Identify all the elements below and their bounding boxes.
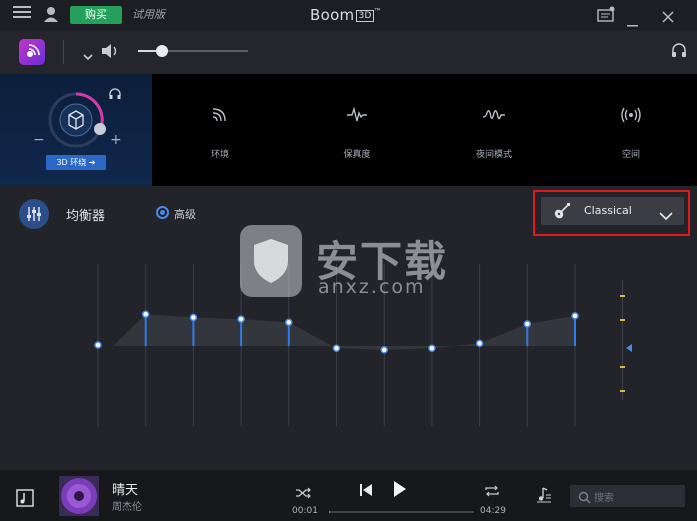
eq-band-handle[interactable] bbox=[380, 346, 388, 354]
search-input[interactable]: 搜索 bbox=[570, 485, 685, 507]
repeat-icon[interactable] bbox=[484, 483, 500, 502]
effect-label: 夜间模式 bbox=[475, 150, 512, 160]
level-meter bbox=[622, 280, 623, 400]
eq-band-handle[interactable] bbox=[571, 312, 579, 320]
mini-player-icon[interactable] bbox=[16, 489, 34, 511]
level-marker-icon[interactable] bbox=[625, 338, 633, 357]
chevron-down-icon[interactable] bbox=[83, 46, 93, 65]
artist-name: 周杰伦 bbox=[112, 502, 142, 513]
close-icon[interactable] bbox=[662, 8, 674, 27]
night-mode-icon bbox=[434, 105, 554, 133]
minus-icon[interactable]: − bbox=[33, 132, 45, 148]
notification-icon[interactable] bbox=[597, 6, 615, 26]
effect-spatial[interactable]: 空间 bbox=[571, 105, 691, 160]
total-time: 04:29 bbox=[480, 506, 506, 516]
user-icon[interactable] bbox=[44, 6, 58, 26]
effect-label: 空间 bbox=[621, 150, 640, 160]
eq-band-handle[interactable] bbox=[428, 344, 436, 352]
eq-band-handle[interactable] bbox=[475, 339, 484, 348]
headphones-icon[interactable] bbox=[671, 42, 687, 62]
divider bbox=[63, 40, 64, 64]
level-tick-high bbox=[620, 295, 625, 297]
eq-band-handle[interactable] bbox=[94, 341, 102, 349]
plus-icon[interactable]: + bbox=[110, 132, 122, 148]
effect-label: 保真度 bbox=[343, 150, 371, 160]
app-title-badge: 3D bbox=[356, 10, 374, 22]
app-title: Boom 3D ™ bbox=[310, 5, 382, 28]
elapsed-time: 00:01 bbox=[292, 506, 318, 516]
headphones-small-icon bbox=[109, 85, 121, 104]
fidelity-icon bbox=[297, 105, 417, 133]
eq-band-handle[interactable] bbox=[141, 310, 150, 318]
eq-band-handle[interactable] bbox=[332, 344, 341, 352]
volume-knob[interactable] bbox=[156, 45, 169, 57]
speaker-icon[interactable] bbox=[100, 42, 120, 64]
playlist-icon[interactable] bbox=[536, 487, 552, 507]
3d-surround-panel[interactable]: − + 3D 环绕 ➜ bbox=[0, 74, 152, 186]
trial-label: 试用版 bbox=[132, 8, 165, 21]
watermark-subtext: anxz.com bbox=[318, 276, 426, 298]
app-title-tm: ™ bbox=[373, 7, 383, 16]
title-bar: 购买 试用版 Boom 3D ™ bbox=[0, 0, 697, 30]
volume-bar bbox=[0, 30, 697, 74]
play-icon[interactable] bbox=[393, 480, 407, 502]
effect-fidelity[interactable]: 保真度 bbox=[297, 105, 417, 160]
player-bar: 晴天 周杰伦 00:01 04:29 搜索 bbox=[0, 470, 697, 521]
progress-bar[interactable] bbox=[329, 511, 474, 513]
effect-label: 环境 bbox=[210, 150, 229, 160]
eq-band-handle[interactable] bbox=[523, 320, 532, 328]
volume-slider[interactable] bbox=[138, 45, 248, 57]
3d-surround-button[interactable]: 3D 环绕 ➜ bbox=[46, 155, 106, 170]
buy-button[interactable]: 购买 bbox=[70, 6, 122, 24]
song-title: 晴天 bbox=[112, 483, 139, 498]
search-icon bbox=[578, 489, 591, 508]
eq-band-handle[interactable] bbox=[285, 318, 293, 327]
album-art[interactable] bbox=[59, 476, 99, 516]
eq-band-handle[interactable] bbox=[237, 315, 245, 323]
eq-curve-area bbox=[113, 314, 575, 350]
watermark-shield-icon bbox=[240, 225, 302, 297]
level-tick-low1 bbox=[620, 366, 625, 368]
hamburger-menu-icon[interactable] bbox=[12, 5, 32, 25]
eq-band-handle[interactable] bbox=[189, 313, 198, 322]
previous-icon[interactable] bbox=[359, 482, 373, 501]
ambience-icon bbox=[160, 105, 280, 133]
spatial-icon bbox=[571, 105, 691, 133]
level-tick-mid bbox=[620, 319, 625, 321]
search-placeholder: 搜索 bbox=[594, 493, 614, 504]
shuffle-icon[interactable] bbox=[295, 484, 311, 503]
surround-dial[interactable] bbox=[40, 84, 120, 164]
progress-fill bbox=[329, 511, 330, 513]
effect-night-mode[interactable]: 夜间模式 bbox=[434, 105, 554, 160]
boom-logo-icon bbox=[19, 39, 45, 65]
level-tick-low2 bbox=[620, 390, 625, 392]
effect-ambience[interactable]: 环境 bbox=[160, 105, 280, 160]
app-title-text: Boom bbox=[310, 6, 355, 24]
